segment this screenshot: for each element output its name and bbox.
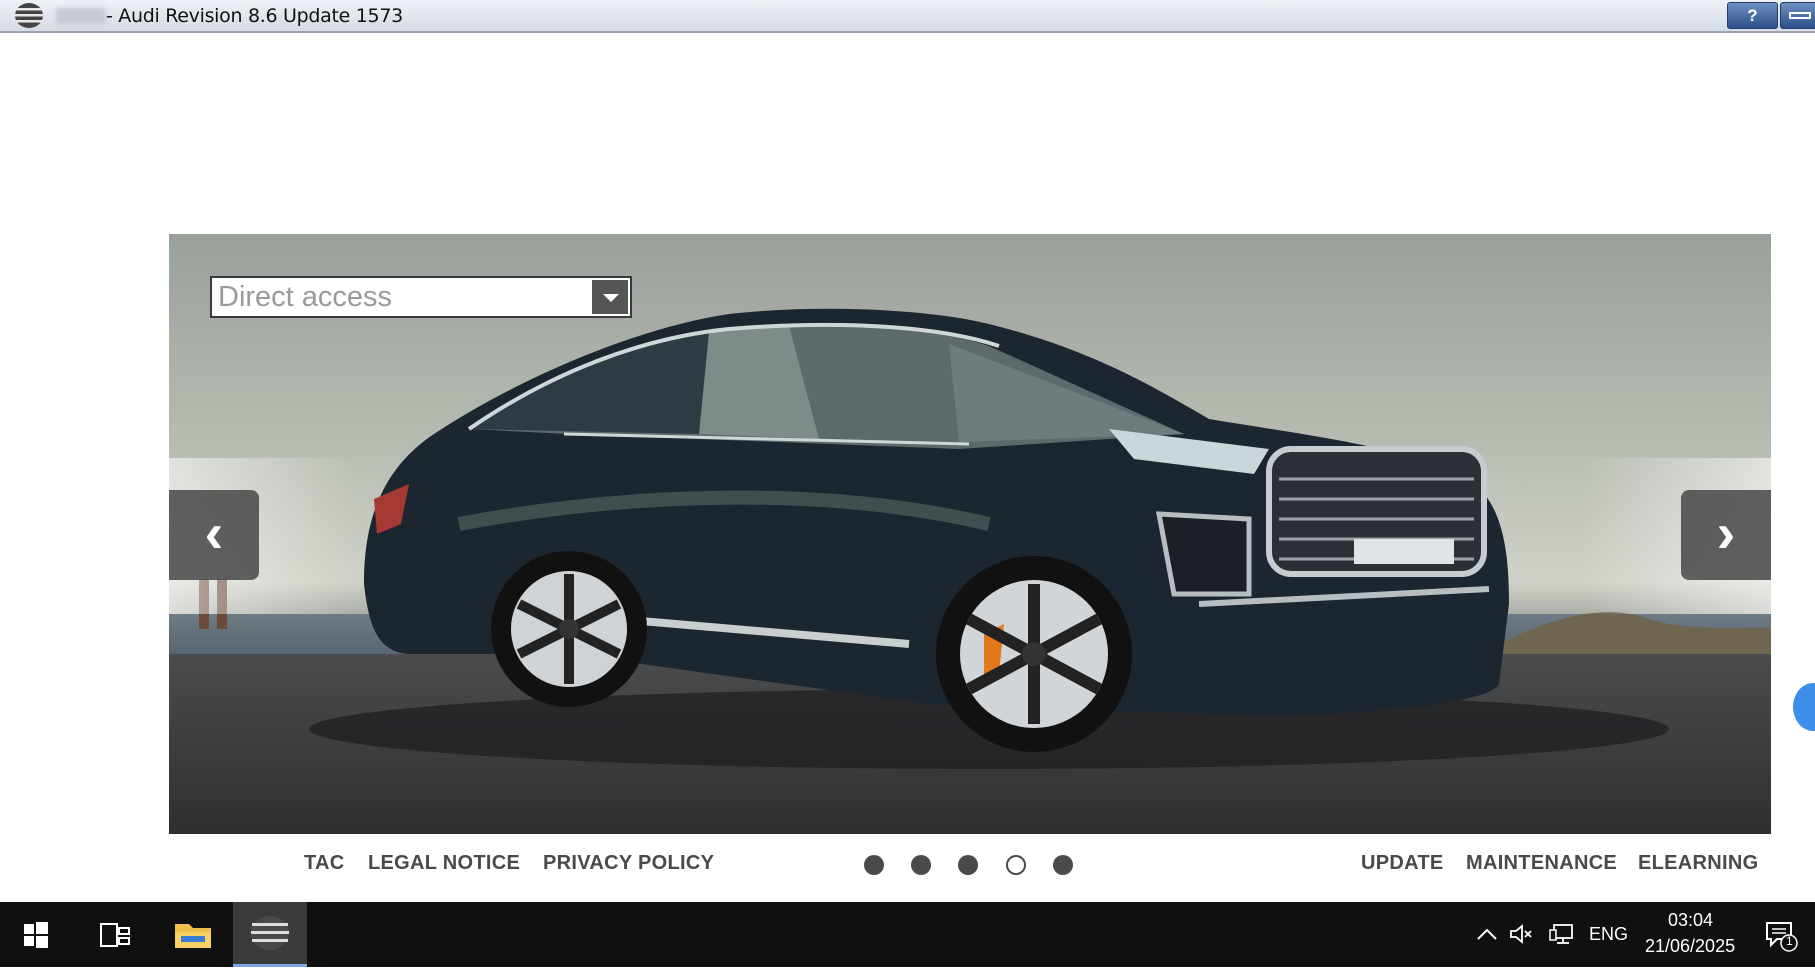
direct-access-dropdown-button[interactable] [592, 280, 628, 314]
legal-notice-link[interactable]: LEGAL NOTICE [368, 852, 520, 875]
notification-count: 1 [1786, 934, 1793, 948]
task-view-button[interactable] [79, 902, 151, 967]
windows-start-icon [24, 922, 48, 948]
minimize-icon [1789, 12, 1811, 19]
file-explorer-icon [175, 924, 211, 948]
carousel-next-button[interactable]: › [1681, 490, 1771, 580]
minimize-button[interactable] [1780, 2, 1815, 29]
revision-app-icon[interactable] [14, 2, 44, 29]
direct-access-combobox[interactable] [210, 276, 632, 318]
carousel-dot-1[interactable] [864, 855, 884, 875]
window-title: - Audi Revision 8.6 Update 1573 [106, 5, 403, 27]
file-explorer-button[interactable] [157, 902, 229, 967]
clock-time[interactable]: 03:04 [1668, 910, 1713, 931]
network-icon[interactable] [1548, 922, 1576, 946]
tac-link[interactable]: TAC [304, 852, 345, 875]
car-image [199, 308, 1669, 769]
carousel-dot-3[interactable] [958, 855, 978, 875]
update-link[interactable]: UPDATE [1361, 852, 1444, 875]
carousel-dot-4-active[interactable] [1006, 855, 1026, 875]
language-indicator[interactable]: ENG [1589, 924, 1628, 945]
clock-date[interactable]: 21/06/2025 [1645, 936, 1735, 957]
window-titlebar: - Audi Revision 8.6 Update 1573 ? [0, 0, 1815, 33]
task-view-icon [100, 923, 130, 947]
revision-taskbar-app[interactable] [233, 902, 307, 967]
windows-taskbar: ENG 03:04 21/06/2025 1 [0, 902, 1815, 967]
volume-muted-icon[interactable] [1508, 922, 1534, 946]
side-panel-toggle[interactable] [1793, 683, 1815, 731]
start-button[interactable] [0, 902, 72, 967]
chevron-up-icon[interactable] [1475, 924, 1499, 944]
elearning-link[interactable]: ELEARNING [1638, 852, 1758, 875]
chevron-left-icon: ‹ [204, 501, 224, 564]
notifications-icon [1766, 922, 1798, 952]
revision-app-icon [251, 916, 289, 950]
chevron-right-icon: › [1716, 501, 1736, 564]
privacy-policy-link[interactable]: PRIVACY POLICY [543, 852, 714, 875]
carousel-dot-5[interactable] [1053, 855, 1073, 875]
help-button[interactable]: ? [1727, 2, 1778, 29]
hero-carousel: ‹ › [169, 234, 1771, 834]
maintenance-link[interactable]: MAINTENANCE [1466, 852, 1617, 875]
direct-access-input[interactable] [218, 280, 588, 314]
carousel-prev-button[interactable]: ‹ [169, 490, 259, 580]
carousel-dot-2[interactable] [911, 855, 931, 875]
notifications-button[interactable]: 1 [1763, 920, 1799, 952]
title-redacted [56, 8, 106, 24]
chevron-down-icon [603, 294, 619, 302]
